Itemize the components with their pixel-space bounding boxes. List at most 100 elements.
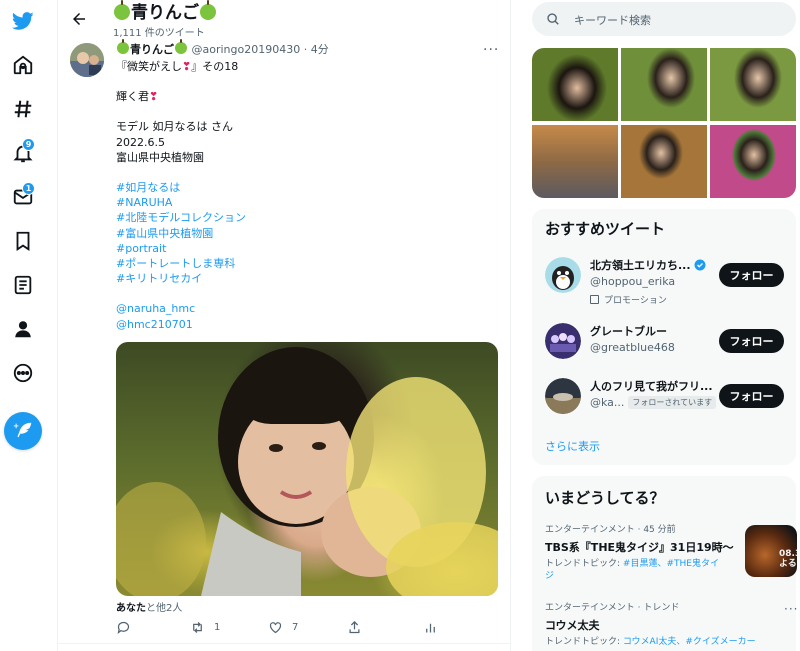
- account-handle: @greatblue468: [590, 341, 675, 354]
- search-input[interactable]: キーワード検索: [532, 2, 796, 36]
- avatar[interactable]: [70, 43, 104, 77]
- reply-icon: [117, 621, 130, 634]
- hashtag-link[interactable]: #キリトリセカイ: [116, 271, 500, 286]
- home-icon[interactable]: [4, 46, 42, 84]
- green-apple-icon: [175, 39, 187, 54]
- messages-badge: 1: [22, 182, 35, 195]
- heart-icon: [269, 622, 282, 634]
- account-name: 人のフリ見て我がフリ...: [590, 380, 713, 393]
- recommended-card: おすすめツイート 北方領土エリカち... @hoppou_erika プロモーシ…: [532, 209, 796, 465]
- tweet-header: 青りんご @aoringo20190430 · 4分: [116, 39, 500, 58]
- notifications-bell-icon[interactable]: 9: [4, 134, 42, 172]
- verified-badge-icon: [694, 259, 706, 271]
- gallery-photo[interactable]: [532, 48, 618, 121]
- tweet-line-2: 輝く君❣: [116, 90, 159, 104]
- profile-header: 青りんご 1,111 件のツイート: [58, 0, 511, 39]
- avatar[interactable]: [545, 323, 581, 359]
- trend-thumbnail[interactable]: 08.3 よる: [745, 525, 797, 577]
- hashtag-link[interactable]: #NARUHA: [116, 195, 500, 210]
- feather-plus-icon: [13, 422, 32, 438]
- follow-button[interactable]: フォロー: [719, 329, 784, 353]
- trend-item[interactable]: エンターテインメント · 45 分前 TBS系『THE鬼タイジ』31日19時〜 …: [545, 524, 797, 582]
- hashtag-link[interactable]: #北陸モデルコレクション: [116, 210, 500, 225]
- account-handle: @ka... フォローされています: [590, 396, 717, 409]
- like-count: 7: [292, 622, 299, 633]
- green-apple-icon: [114, 0, 130, 20]
- retweet-count: 1: [214, 622, 221, 633]
- tweet-time[interactable]: 4分: [311, 43, 329, 56]
- promoted-label: プロモーション: [590, 293, 667, 306]
- gallery-photo[interactable]: [710, 125, 796, 198]
- trend-topic: トレンドトピック: #目黒蓮、#THE鬼タイジ: [545, 559, 719, 581]
- explore-hashtag-icon[interactable]: [4, 90, 42, 128]
- tweet-hashtags: #如月なるは #NARUHA #北陸モデルコレクション #富山県中央植物園 #p…: [116, 180, 500, 286]
- tweet-count: 1,111 件のツイート: [113, 28, 205, 39]
- portrait-photo: [116, 347, 498, 596]
- hashtag-link[interactable]: #portrait: [116, 241, 500, 256]
- tweet-model-info: モデル 如月なるは さん 2022.6.5 富山県中央植物園: [116, 120, 233, 164]
- follows-you-badge: フォローされています: [628, 396, 717, 409]
- trend-meta: エンターテインメント · トレンド: [545, 603, 680, 613]
- like-button[interactable]: 7: [268, 620, 298, 635]
- search-icon: [547, 13, 559, 25]
- media-gallery: [532, 48, 796, 198]
- analytics-bars-icon: [426, 623, 435, 633]
- green-apple-icon: [117, 39, 129, 54]
- gallery-photo[interactable]: [621, 125, 707, 198]
- follow-button[interactable]: フォロー: [719, 384, 784, 408]
- avatar-photo: [70, 43, 104, 77]
- trend-more-icon[interactable]: ···: [784, 602, 798, 616]
- gallery-photo[interactable]: [621, 48, 707, 121]
- compose-tweet-button[interactable]: [4, 412, 42, 450]
- gallery-photo[interactable]: [532, 125, 618, 198]
- tweet-line-1a: 『微笑がえし: [116, 60, 182, 73]
- profile-icon[interactable]: [4, 310, 42, 348]
- recommended-account[interactable]: 人のフリ見て我がフリ... @ka... フォローされています フォロー: [532, 372, 796, 424]
- back-arrow-icon[interactable]: [70, 10, 88, 28]
- trend-item[interactable]: エンターテインメント · トレンド コウメ太夫 トレンドトピック: コウメAI太…: [545, 602, 797, 648]
- show-more-link[interactable]: さらに表示: [545, 438, 600, 454]
- separator-dot: ·: [303, 43, 308, 56]
- red-exclamation-icon: ❣: [182, 60, 192, 73]
- trend-topic-link[interactable]: コウメAI太夫、#クイズメーカー: [623, 637, 756, 647]
- hashtag-link[interactable]: #如月なるは: [116, 180, 500, 195]
- gallery-photo[interactable]: [710, 48, 796, 121]
- tweet-text: 『微笑がえし❣』その18: [116, 59, 500, 74]
- mention-link[interactable]: @naruha_hmc: [116, 301, 500, 316]
- messages-envelope-icon[interactable]: 1: [4, 178, 42, 216]
- lists-icon[interactable]: [4, 266, 42, 304]
- retweet-button[interactable]: 1: [190, 620, 220, 635]
- mention-link[interactable]: @hmc210701: [116, 317, 500, 332]
- green-apple-icon: [200, 0, 216, 20]
- trend-topic: トレンドトピック: コウメAI太夫、#クイズメーカー: [545, 637, 756, 647]
- search-placeholder: キーワード検索: [574, 14, 651, 27]
- tweet-mentions: @naruha_hmc @hmc210701: [116, 301, 500, 331]
- promoted-arrow-icon: [590, 295, 599, 304]
- recommended-account[interactable]: グレートブルー @greatblue468 フォロー: [532, 317, 796, 369]
- tweet-author-name[interactable]: 青りんご: [130, 43, 174, 56]
- analytics-button[interactable]: [423, 620, 447, 635]
- trends-card: いまどうしてる？ エンターテインメント · 45 分前 TBS系『THE鬼タイジ…: [532, 476, 797, 651]
- main-column: 青りんご 1,111 件のツイート 青りんご @aoringo20190430 …: [57, 0, 511, 651]
- follow-button[interactable]: フォロー: [719, 263, 784, 287]
- twitter-logo-icon[interactable]: [4, 2, 42, 40]
- retweet-icon: [193, 622, 202, 633]
- red-exclamation-icon: ❣: [149, 90, 159, 104]
- liked-by[interactable]: あなたと他2人: [116, 599, 182, 614]
- hashtag-link[interactable]: #富山県中央植物園: [116, 226, 500, 241]
- tweet-photo[interactable]: [116, 342, 498, 596]
- more-options-icon[interactable]: [4, 354, 42, 392]
- tweet-author-handle[interactable]: @aoringo20190430: [192, 43, 301, 56]
- tweet-line-1b: 』その18: [191, 60, 239, 73]
- account-handle: @hoppou_erika: [590, 275, 676, 288]
- avatar[interactable]: [545, 257, 581, 293]
- share-button[interactable]: [347, 620, 371, 635]
- share-icon: [349, 620, 360, 634]
- hashtag-link[interactable]: #ポートレートしま専科: [116, 256, 500, 271]
- reply-button[interactable]: [116, 620, 140, 635]
- tweet-more-icon[interactable]: ···: [483, 42, 499, 58]
- avatar[interactable]: [545, 378, 581, 414]
- recommended-account[interactable]: 北方領土エリカち... @hoppou_erika プロモーション フォロー: [532, 251, 796, 306]
- bookmarks-icon[interactable]: [4, 222, 42, 260]
- account-name: 北方領土エリカち...: [590, 257, 706, 273]
